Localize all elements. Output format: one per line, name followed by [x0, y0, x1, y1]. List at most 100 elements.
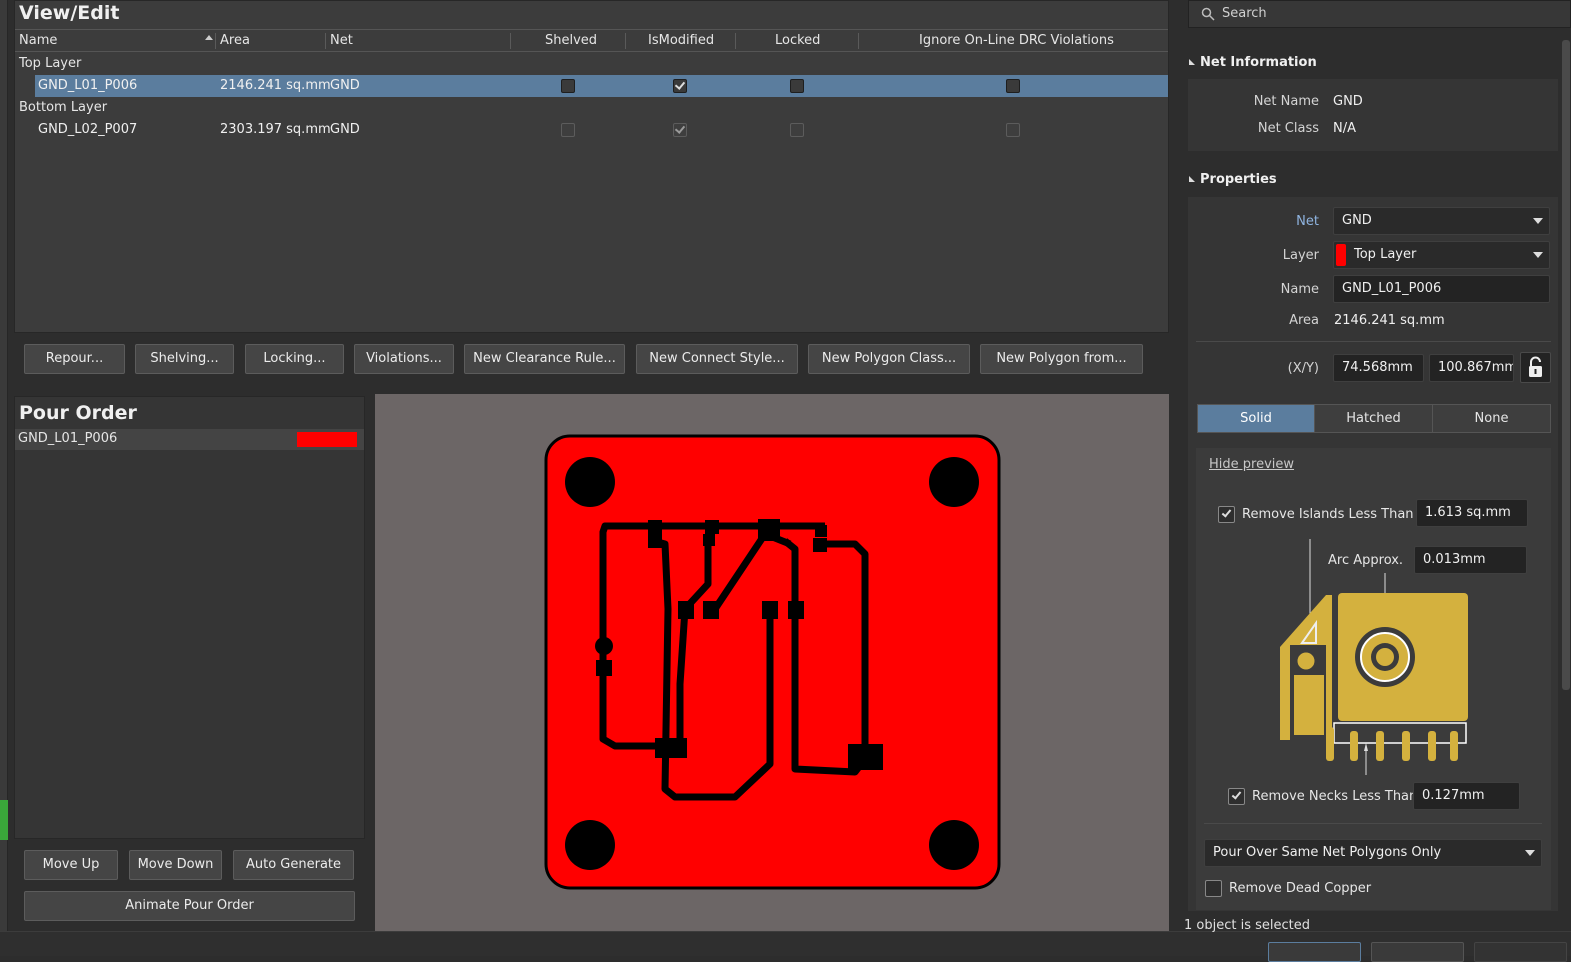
- new-polygon-from-button[interactable]: New Polygon from...: [980, 344, 1143, 374]
- collapse-icon: [1189, 176, 1195, 182]
- list-item[interactable]: GND_L01_P006: [15, 429, 364, 450]
- net-class-label: Net Class: [1257, 121, 1319, 136]
- remove-necks-field[interactable]: 0.127mm: [1413, 782, 1520, 810]
- view-edit-title: View/Edit: [19, 2, 120, 24]
- move-up-button[interactable]: Move Up: [24, 850, 118, 880]
- column-ismodified[interactable]: IsModified: [648, 33, 714, 48]
- shelved-checkbox[interactable]: [561, 79, 575, 93]
- group-top-layer[interactable]: Top Layer: [19, 56, 81, 71]
- column-area[interactable]: Area: [220, 33, 250, 48]
- row-name: GND_L02_P007: [38, 122, 138, 137]
- column-ignore-drc[interactable]: Ignore On-Line DRC Violations: [919, 33, 1114, 48]
- new-polygon-class-button[interactable]: New Polygon Class...: [808, 344, 970, 374]
- lock-button[interactable]: [1520, 352, 1551, 383]
- unlock-icon: [1529, 356, 1542, 377]
- net-label: Net: [1296, 214, 1319, 229]
- y-field[interactable]: 100.867mm: [1429, 354, 1514, 382]
- check-icon: [674, 79, 686, 90]
- area-label: Area: [1289, 313, 1319, 328]
- net-dropdown[interactable]: GND: [1333, 207, 1550, 235]
- check-icon: [1231, 789, 1242, 800]
- column-shelved[interactable]: Shelved: [545, 33, 597, 48]
- ismodified-checkbox[interactable]: [673, 79, 687, 93]
- auto-generate-button[interactable]: Auto Generate: [233, 850, 354, 880]
- remove-islands-field[interactable]: 1.613 sq.mm: [1416, 499, 1528, 527]
- dock-indicator: [0, 800, 8, 840]
- animate-pour-order-button[interactable]: Animate Pour Order: [24, 891, 355, 921]
- net-name-value: GND: [1333, 94, 1363, 109]
- polygon-preview[interactable]: [375, 394, 1169, 931]
- mounting-hole: [929, 820, 979, 870]
- ok-button[interactable]: [1268, 942, 1361, 962]
- new-connect-style-button[interactable]: New Connect Style...: [636, 344, 798, 374]
- chevron-down-icon: [1533, 252, 1543, 258]
- new-clearance-rule-button[interactable]: New Clearance Rule...: [464, 344, 625, 374]
- fill-mode-none[interactable]: None: [1432, 404, 1551, 433]
- pour-item-name: GND_L01_P006: [18, 431, 118, 446]
- left-dock-strip: [0, 0, 8, 956]
- apply-button[interactable]: [1474, 942, 1567, 962]
- mounting-hole: [929, 457, 979, 507]
- repour-button[interactable]: Repour...: [24, 344, 125, 374]
- locking-button[interactable]: Locking...: [245, 344, 344, 374]
- name-field[interactable]: GND_L01_P006: [1333, 275, 1550, 303]
- layer-color-swatch: [1336, 244, 1346, 266]
- remove-islands-checkbox[interactable]: [1218, 506, 1235, 523]
- check-icon: [1221, 507, 1232, 518]
- x-field[interactable]: 74.568mm: [1333, 354, 1424, 382]
- mounting-hole: [565, 820, 615, 870]
- area-value: 2146.241 sq.mm: [1334, 313, 1445, 328]
- hide-preview-link[interactable]: Hide preview: [1209, 457, 1294, 472]
- search-input[interactable]: Search: [1222, 6, 1267, 21]
- column-locked[interactable]: Locked: [775, 33, 820, 48]
- group-bottom-layer[interactable]: Bottom Layer: [19, 100, 107, 115]
- ismodified-checkbox[interactable]: [673, 123, 687, 137]
- cancel-button[interactable]: [1371, 942, 1464, 962]
- remove-necks-checkbox[interactable]: [1228, 788, 1245, 805]
- mounting-hole: [565, 457, 615, 507]
- shelved-checkbox[interactable]: [561, 123, 575, 137]
- pour-over-dropdown[interactable]: Pour Over Same Net Polygons Only: [1204, 839, 1542, 867]
- pour-over-value: Pour Over Same Net Polygons Only: [1213, 845, 1442, 860]
- properties-title: Properties: [1200, 172, 1277, 187]
- remove-necks-label: Remove Necks Less Than: [1252, 789, 1418, 804]
- locked-checkbox[interactable]: [790, 79, 804, 93]
- net-information-box: Net Name GND Net Class N/A: [1188, 79, 1558, 151]
- locked-checkbox[interactable]: [790, 123, 804, 137]
- move-down-button[interactable]: Move Down: [129, 850, 222, 880]
- violations-button[interactable]: Violations...: [354, 344, 454, 374]
- divider: [1204, 823, 1542, 824]
- pour-order-panel: Pour Order GND_L01_P006: [14, 396, 365, 839]
- net-name-label: Net Name: [1253, 94, 1319, 109]
- diagram-illustration: [1280, 539, 1468, 775]
- table-row[interactable]: GND_L02_P007 2303.197 sq.mm GND: [35, 119, 1168, 141]
- remove-dead-copper-checkbox[interactable]: [1205, 880, 1222, 897]
- collapse-icon: [1189, 59, 1195, 65]
- status-bar: 1 object is selected: [0, 918, 1571, 962]
- pour-order-title: Pour Order: [19, 402, 137, 424]
- table-row[interactable]: GND_L01_P006 2146.241 sq.mm GND: [35, 75, 1168, 97]
- row-net: GND: [330, 122, 360, 137]
- ignore-drc-checkbox[interactable]: [1006, 123, 1020, 137]
- search-box[interactable]: Search: [1188, 0, 1571, 28]
- column-name[interactable]: Name: [19, 33, 57, 48]
- column-net[interactable]: Net: [330, 33, 353, 48]
- selection-status: 1 object is selected: [1184, 918, 1310, 933]
- panel-scrollbar[interactable]: [1562, 40, 1570, 690]
- view-edit-panel: View/Edit Name Area Net Shelved IsModifi…: [14, 0, 1169, 333]
- table-header: Name Area Net Shelved IsModified Locked …: [15, 29, 1168, 52]
- divider: [1196, 341, 1551, 342]
- pour-settings-diagram: [1270, 535, 1480, 775]
- layer-label: Layer: [1282, 248, 1319, 263]
- board-preview-image: [544, 434, 1001, 890]
- row-net: GND: [330, 78, 360, 93]
- chevron-down-icon: [1525, 850, 1535, 856]
- layer-dropdown-value: Top Layer: [1354, 247, 1417, 262]
- fill-mode-hatched[interactable]: Hatched: [1314, 404, 1433, 433]
- sort-asc-icon: [205, 35, 213, 40]
- ignore-drc-checkbox[interactable]: [1006, 79, 1020, 93]
- fill-mode-solid[interactable]: Solid: [1197, 404, 1315, 433]
- layer-dropdown[interactable]: Top Layer: [1333, 241, 1550, 269]
- search-icon: [1201, 7, 1215, 21]
- shelving-button[interactable]: Shelving...: [135, 344, 234, 374]
